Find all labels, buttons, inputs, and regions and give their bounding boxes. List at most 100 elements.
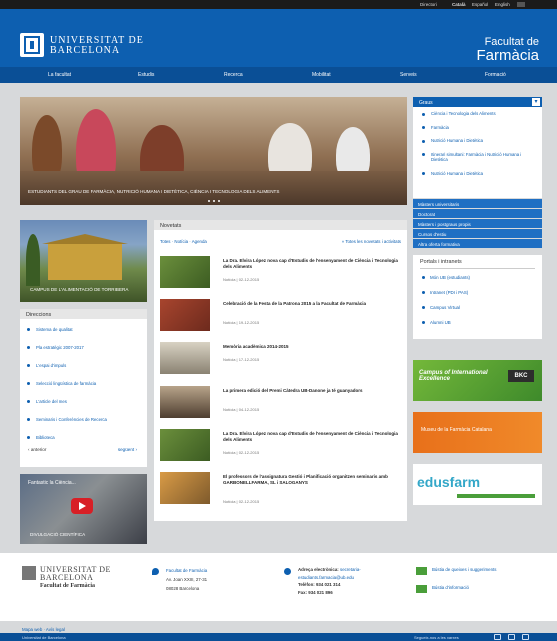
play-icon[interactable] [71, 498, 93, 514]
facebook-icon[interactable] [494, 634, 501, 640]
news-thumbnail[interactable] [160, 256, 210, 288]
direccions-box: Direccions Sistema de qualitat Pla estra… [20, 309, 147, 467]
lang-catalan-link[interactable]: Català [452, 2, 466, 7]
direccio-link[interactable]: Biblioteca [20, 435, 147, 445]
footer: UNIVERSITAT DE BARCELONA Facultat de Far… [0, 553, 557, 621]
prev-button[interactable]: ‹ anterior [28, 447, 46, 452]
graus-item[interactable]: Nutrició Humana i Dietètica [419, 138, 536, 144]
video-title: Fantastic la Ciència... [28, 480, 76, 486]
youtube-icon[interactable] [522, 634, 529, 640]
ub-logo-icon[interactable] [20, 33, 44, 57]
hero-slideshow[interactable]: ESTUDIANTS DEL GRAU DE FARMÀCIA, NUTRICI… [20, 97, 407, 205]
portal-link[interactable]: Alumni UB [420, 320, 535, 325]
news-item-title[interactable]: Celebració de la Festa de la Patrona 201… [223, 301, 403, 307]
campus-torribera-promo[interactable]: CAMPUS DE L'ALIMENTACIÓ DE TORRIBERA [20, 220, 147, 302]
prev-label: anterior [30, 447, 47, 452]
news-all-link[interactable]: » Totes les novetats i activitats [342, 239, 401, 244]
direccions-pager: ‹ anterior següent › [20, 447, 147, 457]
graus-item[interactable]: Nutrició Humana i Dietètica [419, 171, 536, 177]
news-thumbnail[interactable] [160, 342, 210, 374]
edusfarm-banner[interactable]: edusfarm [413, 464, 542, 505]
campus-excellence-banner[interactable]: Campus of International Excellence BKC [413, 360, 542, 401]
news-item-meta: Notícia | 19-12-2015 [223, 320, 260, 325]
graus-item[interactable]: Ciència i Tecnologia dels Aliments [419, 111, 536, 117]
study-link-doctorat[interactable]: Doctorat [413, 209, 542, 218]
search-icon[interactable] [517, 2, 525, 7]
direccio-link[interactable]: Selecció lingüística de farmàcia [20, 381, 147, 391]
nav-item-estudis[interactable]: Estudis [138, 72, 154, 78]
hero-slide-dots[interactable] [208, 198, 223, 204]
footer-faculty: Facultat de Farmàcia [40, 583, 95, 589]
footer-links[interactable]: Mapa web · Avís legal [22, 627, 65, 632]
portal-link[interactable]: Intranet (PDI i PAS) [420, 290, 535, 295]
graus-title: Graus [419, 100, 433, 106]
faculty-title[interactable]: Facultat de Farmàcia [476, 36, 539, 65]
direccio-link[interactable]: L'espai d'impuls [20, 363, 147, 373]
suggestions-link[interactable]: Bústia de queixes i suggeriments [432, 565, 496, 574]
mailbox-icon[interactable] [416, 567, 427, 575]
university-name[interactable]: UNIVERSITAT DE BARCELONA [50, 36, 144, 56]
news-filter-tabs[interactable]: Totes · Notícia · Agenda [160, 239, 207, 244]
study-link-postgraus[interactable]: Màsters i postgraus propis [413, 219, 542, 228]
bottom-bar: Universitat de Barcelona Segueix-nos a l… [0, 633, 557, 641]
news-item[interactable]: El professors de l'assignatura Gestió i … [160, 472, 400, 506]
news-item-title[interactable]: La Dra. Elvira López nova cap d'Estudis … [223, 431, 403, 443]
news-filters: Totes · Notícia · Agenda » Totes les nov… [154, 239, 407, 249]
news-thumbnail[interactable] [160, 386, 210, 418]
study-link-masters[interactable]: Màsters universitaris [413, 199, 542, 208]
news-thumbnail[interactable] [160, 429, 210, 461]
info-mailbox-icon[interactable] [416, 585, 427, 593]
news-item[interactable]: La Dra. Elvira López nova cap d'Estudis … [160, 429, 400, 463]
direccio-link[interactable]: Seminaris i Conferències de Recerca [20, 417, 147, 427]
email-link-part2[interactable]: estudiants.farmacia@ub.edu [298, 574, 361, 582]
news-item[interactable]: La Dra. Elvira López nova cap d'Estudis … [160, 256, 400, 290]
direccio-link[interactable]: L'article del mes [20, 399, 147, 409]
directory-link[interactable]: Directori [420, 2, 437, 7]
lang-spanish-link[interactable]: Español [472, 2, 488, 7]
portal-link[interactable]: Món UB (estudiants) [420, 275, 535, 280]
nav-item-facultat[interactable]: La facultat [48, 72, 71, 78]
news-item[interactable]: Memòria acadèmica 2014-2015 Notícia | 17… [160, 342, 400, 376]
news-thumbnail[interactable] [160, 299, 210, 331]
chevron-down-icon[interactable]: ▾ [532, 98, 540, 106]
email-link-part1[interactable]: secretaria- [340, 567, 361, 572]
twitter-icon[interactable] [508, 634, 515, 640]
news-item[interactable]: Celebració de la Festa de la Patrona 201… [160, 299, 400, 333]
right-sidebar: Graus ▾ Ciència i Tecnologia dels Alimen… [413, 97, 542, 339]
news-item-title[interactable]: El professors de l'assignatura Gestió i … [223, 474, 403, 486]
news-item-title[interactable]: La primera edició del Premi Càtedra UB-D… [223, 388, 403, 394]
direccio-link[interactable]: Pla estratègic 2007-2017 [20, 345, 147, 355]
video-player[interactable]: Fantastic la Ciència... DIVULGACIÓ CIENT… [20, 474, 147, 544]
faculty-line2: Farmàcia [476, 47, 539, 65]
study-link-altra[interactable]: Altra oferta formativa [413, 239, 542, 248]
study-links: Màsters universitaris Doctorat Màsters i… [413, 199, 542, 248]
footer-university-line2: BARCELONA [40, 573, 94, 582]
direccio-link[interactable]: Sistema de qualitat [20, 327, 147, 337]
hero-caption: ESTUDIANTS DEL GRAU DE FARMÀCIA, NUTRICI… [28, 189, 280, 194]
news-thumbnail[interactable] [160, 472, 210, 504]
footer-address-title[interactable]: Facultat de Farmàcia [166, 566, 207, 575]
footer-university-name[interactable]: UNIVERSITAT DE BARCELONA [40, 566, 111, 582]
news-item-meta: Notícia | 02-12-2015 [223, 277, 260, 282]
graus-item[interactable]: Itinerari simultani: Farmàcia i Nutrició… [419, 152, 536, 163]
nav-item-serveis[interactable]: Serveis [400, 72, 417, 78]
next-button[interactable]: següent › [118, 447, 137, 452]
nav-item-recerca[interactable]: Recerca [224, 72, 243, 78]
news-item[interactable]: La primera edició del Premi Càtedra UB-D… [160, 386, 400, 420]
graus-header[interactable]: Graus ▾ [413, 97, 542, 107]
lang-english-link[interactable]: English [495, 2, 510, 7]
museum-banner[interactable]: Museu de la Farmàcia Catalana [413, 412, 542, 453]
nav-item-mobilitat[interactable]: Mobilitat [312, 72, 331, 78]
top-utility-bar: Directori Català Español English [0, 0, 557, 9]
copyright: Universitat de Barcelona [22, 635, 66, 640]
info-link[interactable]: Bústia d'informació [432, 583, 469, 592]
news-item-title[interactable]: Memòria acadèmica 2014-2015 [223, 344, 403, 350]
news-item-title[interactable]: La Dra. Elvira López nova cap d'Estudis … [223, 258, 403, 270]
portals-title: Portals i intranets [420, 259, 535, 269]
footer-address-line2: 08028 Barcelona [166, 586, 200, 591]
nav-item-formacio[interactable]: Formació [485, 72, 506, 78]
study-link-cursos[interactable]: Cursos d'estiu [413, 229, 542, 238]
portal-link[interactable]: Campus Virtual [420, 305, 535, 310]
graus-item[interactable]: Farmàcia [419, 125, 536, 131]
main-nav: La facultat Estudis Recerca Mobilitat Se… [0, 67, 557, 83]
